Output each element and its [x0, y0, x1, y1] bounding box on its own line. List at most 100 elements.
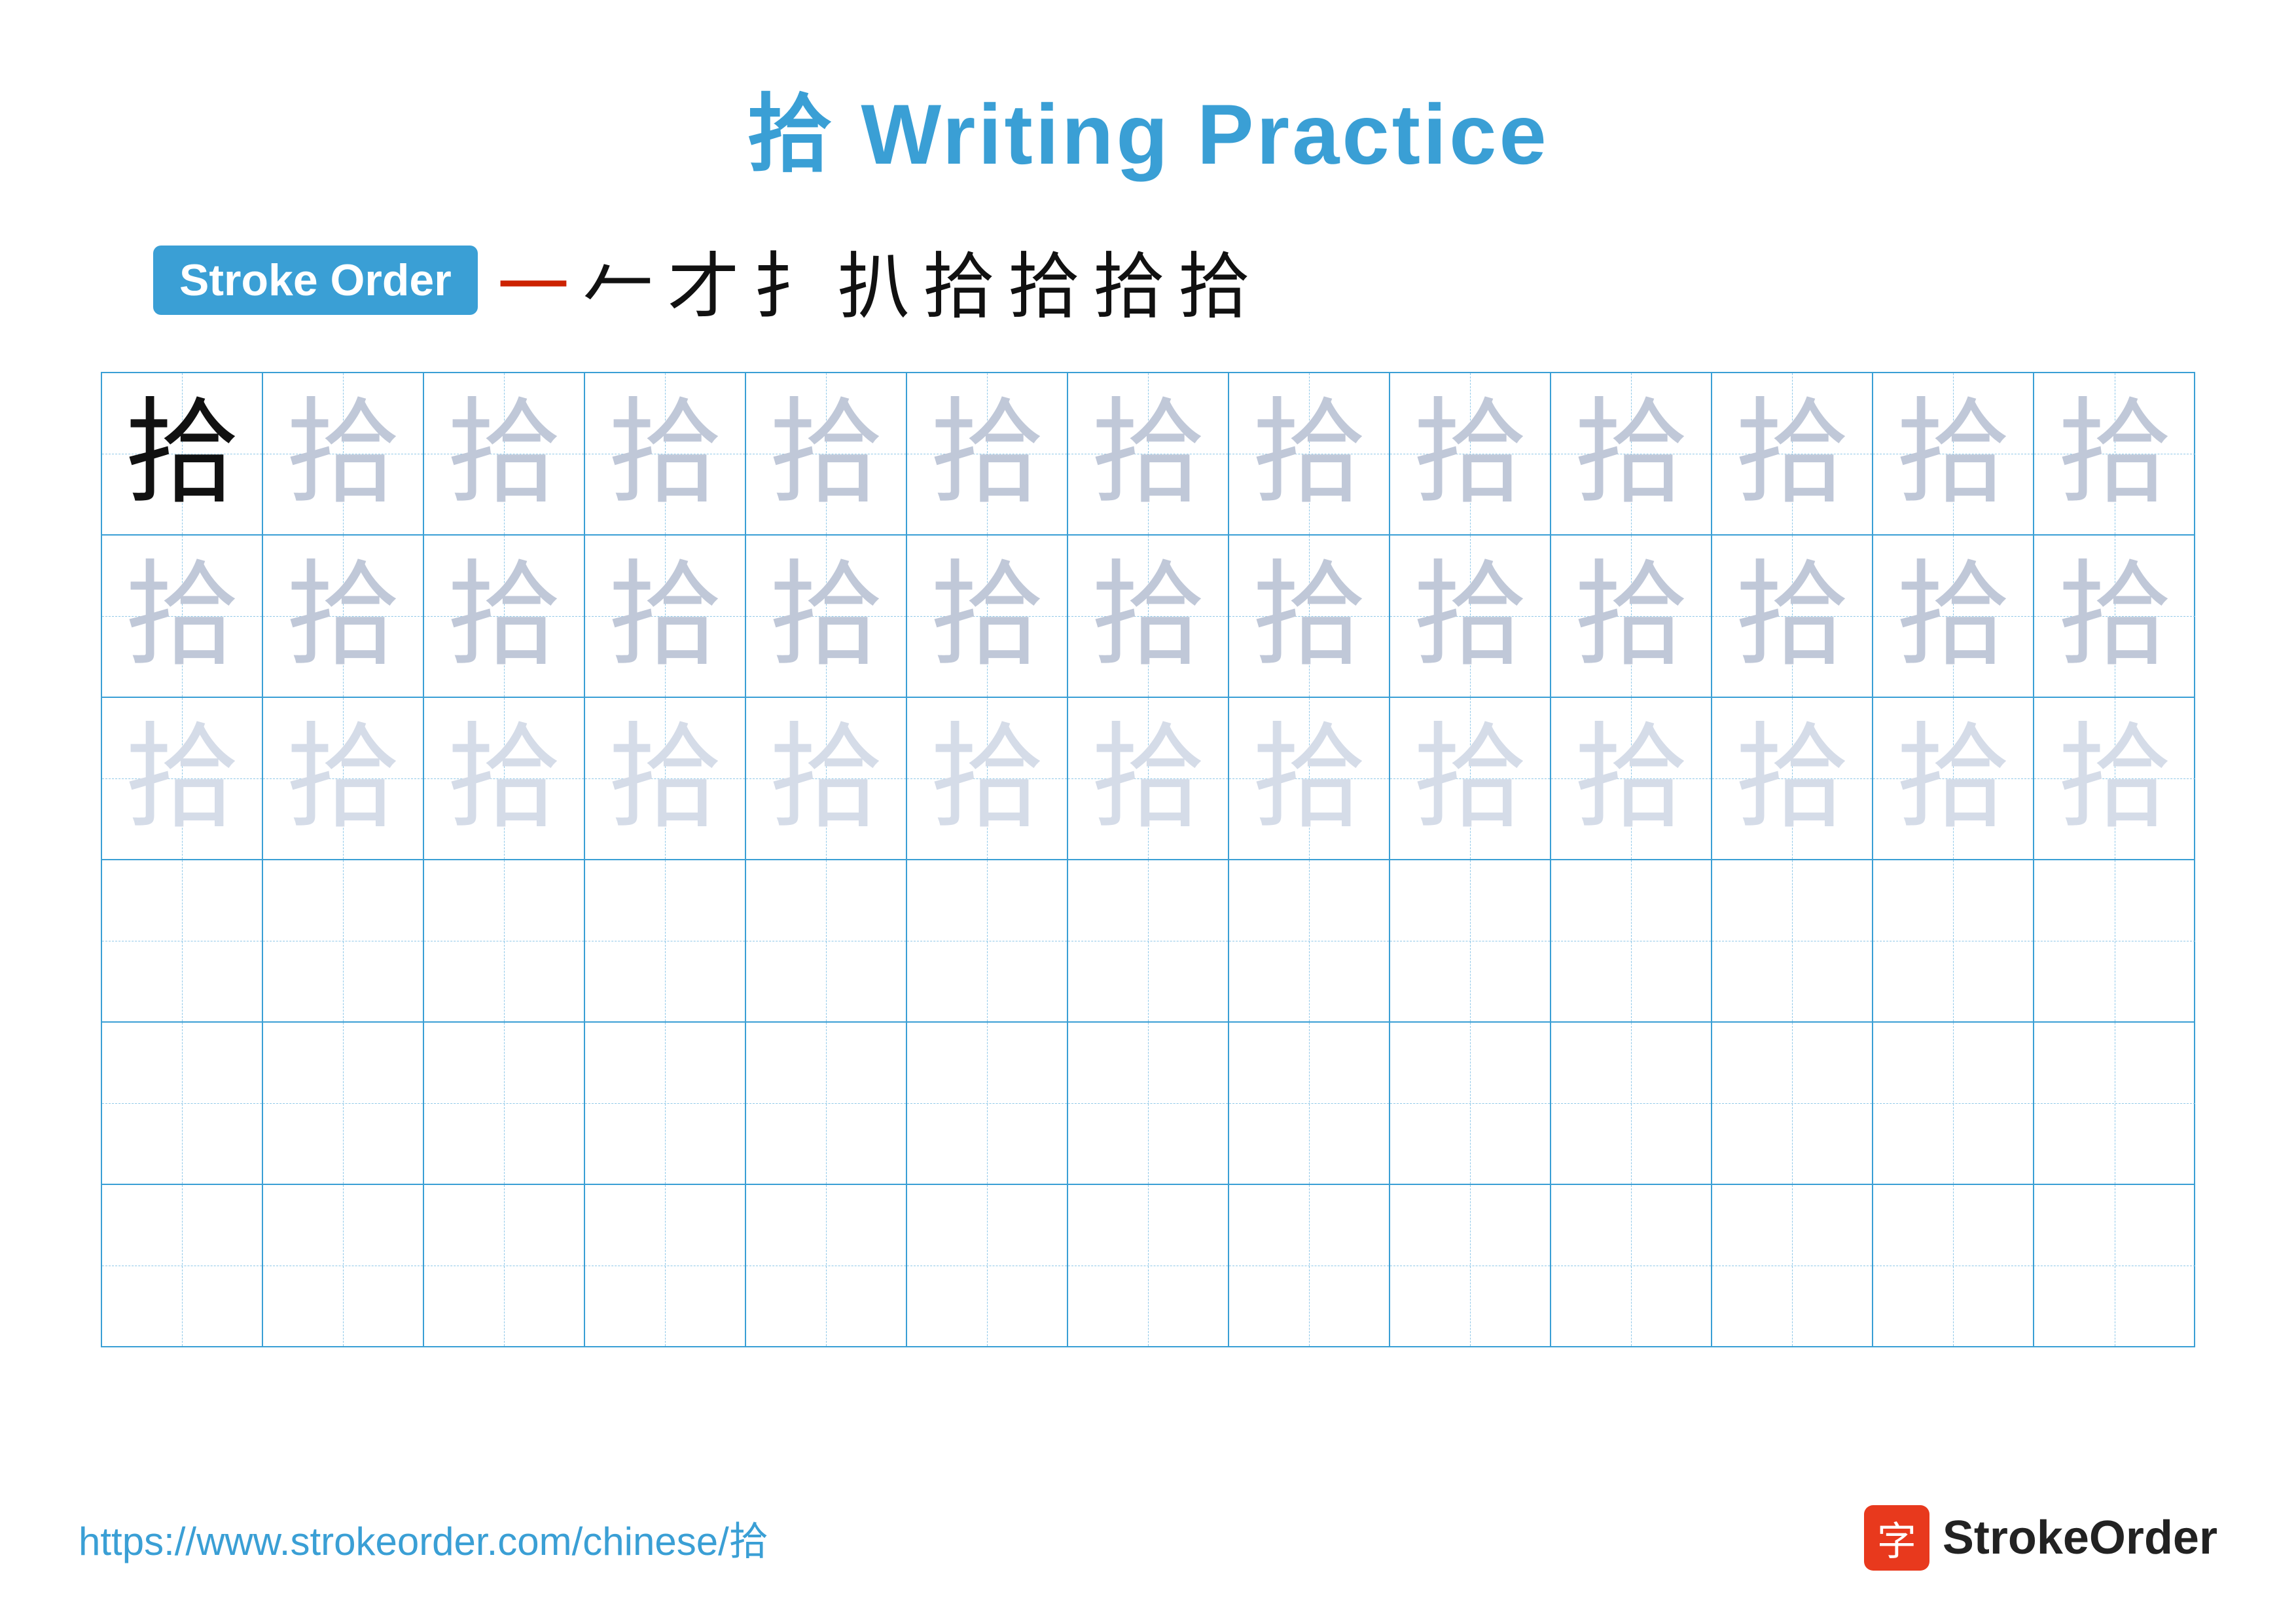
grid-cell[interactable]: 拾: [1229, 536, 1390, 697]
grid-cell[interactable]: 拾: [263, 373, 424, 534]
grid-cell[interactable]: 拾: [2034, 536, 2195, 697]
grid-cell[interactable]: 拾: [1712, 373, 1873, 534]
grid-cell[interactable]: [1873, 1023, 2034, 1184]
grid-cell[interactable]: 拾: [1551, 536, 1712, 697]
grid-cell[interactable]: 拾: [1229, 698, 1390, 859]
grid-cell[interactable]: 拾: [585, 536, 746, 697]
practice-grid: 拾 拾 拾 拾 拾 拾 拾 拾 拾 拾 拾 拾 拾 拾 拾 拾 拾 拾 拾 拾 …: [101, 372, 2195, 1347]
stroke-char-1: 一: [497, 228, 569, 333]
grid-cell[interactable]: [1229, 860, 1390, 1021]
grid-cell[interactable]: [1068, 1023, 1229, 1184]
grid-cell[interactable]: [746, 860, 907, 1021]
grid-cell[interactable]: 拾: [1873, 698, 2034, 859]
grid-cell[interactable]: [102, 1023, 263, 1184]
grid-cell[interactable]: 拾: [1068, 536, 1229, 697]
grid-cell[interactable]: 拾: [1390, 698, 1551, 859]
grid-cell[interactable]: [1551, 1185, 1712, 1346]
grid-cell[interactable]: 拾: [263, 698, 424, 859]
grid-cell[interactable]: [1229, 1185, 1390, 1346]
grid-cell[interactable]: [424, 1023, 585, 1184]
stroke-char-9: 拾: [1178, 228, 1250, 333]
grid-cell[interactable]: 拾: [1068, 373, 1229, 534]
grid-cell[interactable]: 拾: [907, 698, 1068, 859]
grid-cell[interactable]: [746, 1185, 907, 1346]
grid-cell[interactable]: [263, 1185, 424, 1346]
page-title: 拾 Writing Practice: [747, 65, 1549, 189]
grid-cell[interactable]: 拾: [585, 698, 746, 859]
grid-cell[interactable]: 拾: [907, 373, 1068, 534]
grid-cell[interactable]: 拾: [1551, 698, 1712, 859]
page: 拾 Writing Practice Stroke Order 一 𠂉 才 扌 …: [0, 0, 2296, 1623]
stroke-order-badge: Stroke Order: [153, 246, 478, 315]
grid-cell[interactable]: [1390, 1185, 1551, 1346]
stroke-char-8: 拾: [1093, 228, 1165, 333]
grid-cell[interactable]: 拾: [1873, 536, 2034, 697]
grid-cell[interactable]: [263, 1023, 424, 1184]
grid-cell[interactable]: [1712, 1023, 1873, 1184]
stroke-char-4: 扌: [753, 228, 825, 333]
grid-cell[interactable]: [2034, 1023, 2195, 1184]
grid-cell[interactable]: [1873, 860, 2034, 1021]
stroke-char-7: 拾: [1008, 228, 1080, 333]
grid-cell[interactable]: 拾: [424, 373, 585, 534]
grid-cell[interactable]: [102, 860, 263, 1021]
grid-cell[interactable]: [1551, 1023, 1712, 1184]
logo-text: StrokeOrder: [1943, 1511, 2217, 1565]
grid-cell[interactable]: [424, 860, 585, 1021]
grid-cell[interactable]: [263, 860, 424, 1021]
grid-cell[interactable]: 拾: [1712, 698, 1873, 859]
stroke-char-2: 𠂉: [583, 228, 655, 333]
grid-row-2: 拾 拾 拾 拾 拾 拾 拾 拾 拾 拾 拾 拾 拾: [102, 536, 2194, 698]
grid-cell[interactable]: [1390, 860, 1551, 1021]
footer-logo: 字 StrokeOrder: [1864, 1505, 2217, 1571]
grid-cell[interactable]: [424, 1185, 585, 1346]
grid-cell[interactable]: 拾: [1712, 536, 1873, 697]
grid-cell[interactable]: 拾: [263, 536, 424, 697]
grid-cell[interactable]: 拾: [102, 373, 263, 534]
grid-cell[interactable]: [1068, 1185, 1229, 1346]
grid-cell[interactable]: 拾: [585, 373, 746, 534]
grid-cell[interactable]: [1712, 1185, 1873, 1346]
grid-cell[interactable]: [1229, 1023, 1390, 1184]
grid-cell[interactable]: 拾: [102, 698, 263, 859]
grid-cell[interactable]: 拾: [1551, 373, 1712, 534]
grid-row-5: [102, 1023, 2194, 1185]
grid-cell[interactable]: [102, 1185, 263, 1346]
grid-cell[interactable]: 拾: [746, 698, 907, 859]
grid-cell[interactable]: [746, 1023, 907, 1184]
stroke-char-3: 才: [668, 228, 740, 333]
grid-cell[interactable]: 拾: [1229, 373, 1390, 534]
grid-cell[interactable]: 拾: [746, 373, 907, 534]
grid-cell[interactable]: 拾: [1068, 698, 1229, 859]
footer: https://www.strokeorder.com/chinese/拾 字 …: [0, 1505, 2296, 1571]
grid-cell[interactable]: 拾: [746, 536, 907, 697]
grid-cell[interactable]: [585, 1023, 746, 1184]
stroke-order-row: Stroke Order 一 𠂉 才 扌 扒 拾 拾 拾 拾: [101, 228, 2195, 333]
grid-row-3: 拾 拾 拾 拾 拾 拾 拾 拾 拾 拾 拾 拾 拾: [102, 698, 2194, 860]
logo-icon: 字: [1864, 1505, 1929, 1571]
grid-cell[interactable]: [907, 860, 1068, 1021]
grid-cell[interactable]: [1390, 1023, 1551, 1184]
grid-cell[interactable]: 拾: [1390, 373, 1551, 534]
grid-cell[interactable]: [2034, 860, 2195, 1021]
stroke-char-5: 扒: [838, 228, 910, 333]
grid-cell[interactable]: [1712, 860, 1873, 1021]
grid-cell[interactable]: [907, 1185, 1068, 1346]
grid-cell[interactable]: 拾: [424, 698, 585, 859]
grid-cell[interactable]: [2034, 1185, 2195, 1346]
grid-cell[interactable]: 拾: [1390, 536, 1551, 697]
grid-cell[interactable]: 拾: [2034, 698, 2195, 859]
grid-cell[interactable]: [585, 1185, 746, 1346]
grid-cell[interactable]: 拾: [907, 536, 1068, 697]
grid-cell[interactable]: 拾: [1873, 373, 2034, 534]
grid-cell[interactable]: 拾: [2034, 373, 2195, 534]
grid-cell[interactable]: [1873, 1185, 2034, 1346]
grid-cell[interactable]: [1068, 860, 1229, 1021]
grid-cell[interactable]: 拾: [424, 536, 585, 697]
grid-row-6: [102, 1185, 2194, 1346]
grid-cell[interactable]: 拾: [102, 536, 263, 697]
grid-cell[interactable]: [907, 1023, 1068, 1184]
grid-cell[interactable]: [1551, 860, 1712, 1021]
grid-cell[interactable]: [585, 860, 746, 1021]
footer-url: https://www.strokeorder.com/chinese/拾: [79, 1510, 768, 1567]
